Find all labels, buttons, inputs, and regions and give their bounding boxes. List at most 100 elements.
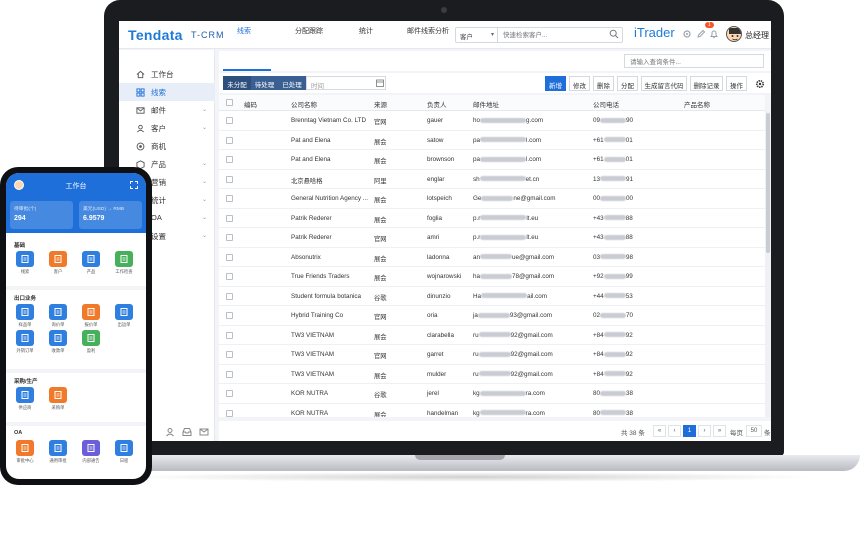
row-checkbox[interactable] xyxy=(226,409,233,417)
calendar-icon[interactable] xyxy=(376,79,384,87)
filter-processed[interactable]: 已处理 xyxy=(278,76,306,90)
table-row[interactable]: KOR NUTRA 谷歌 jerel kg ra.com 80 38 xyxy=(219,384,765,404)
cell-company[interactable]: TW3 VIETNAM xyxy=(291,371,334,378)
assign-button[interactable]: 分配 xyxy=(617,76,638,91)
gear-icon[interactable] xyxy=(755,79,765,89)
column-header-owner[interactable]: 负责人 xyxy=(427,99,447,109)
select-all-checkbox[interactable] xyxy=(226,99,233,106)
generate-message-code-button[interactable]: 生成留言代码 xyxy=(641,76,687,91)
cell-company[interactable]: Brenntag Vietnam Co. LTD xyxy=(291,117,366,124)
actions-button[interactable]: 操作 xyxy=(726,76,747,91)
app-tile-icon[interactable] xyxy=(16,251,34,267)
person-icon[interactable] xyxy=(165,427,175,437)
cell-company[interactable]: Pat and Elena xyxy=(291,156,331,163)
row-checkbox[interactable] xyxy=(226,370,233,378)
app-tile-icon[interactable] xyxy=(82,330,100,346)
table-row[interactable]: Brenntag Vietnam Co. LTD 官网 gauer ho g.com 09… xyxy=(219,111,765,131)
table-row[interactable]: KOR NUTRA 展会 handelman kg ra.com 80 38 xyxy=(219,404,765,417)
table-row[interactable]: TW3 VIETNAM 官网 garret ru 92@gmail.com +84 92 xyxy=(219,345,765,365)
edit-icon[interactable] xyxy=(696,29,706,39)
cell-company[interactable]: Patrik Rederer xyxy=(291,234,332,241)
sidebar-item-workbench[interactable]: 工作台 xyxy=(119,65,215,83)
app-tile-icon[interactable] xyxy=(115,304,133,320)
app-tile-icon[interactable] xyxy=(49,387,67,403)
cell-company[interactable]: General Nutrition Agency ... xyxy=(291,195,368,202)
tab-email-lead-analysis[interactable]: 邮件线索分析 xyxy=(407,26,449,36)
table-row[interactable]: Hybrid Training Co 官网 oria ja 93@gmail.com 02… xyxy=(219,306,765,326)
table-row[interactable]: 北京悬哈格 阿里 englar sh et.cn 13 91 xyxy=(219,170,765,189)
sidebar-item-mail[interactable]: 邮件 ⌄ xyxy=(119,101,215,119)
column-header-email[interactable]: 邮件地址 xyxy=(473,99,499,109)
column-header-phone[interactable]: 公司电话 xyxy=(593,99,619,109)
avatar[interactable] xyxy=(726,26,742,42)
cell-company[interactable]: KOR NUTRA xyxy=(291,390,328,397)
row-checkbox[interactable] xyxy=(226,234,233,241)
cell-company[interactable]: Absonutrix xyxy=(291,254,321,261)
table-row[interactable]: Pat and Elena 展会 brownson pa l.com +61 01 xyxy=(219,150,765,170)
filter-pending[interactable]: 待处理 xyxy=(251,76,278,90)
expand-icon[interactable] xyxy=(130,181,138,189)
row-checkbox[interactable] xyxy=(226,331,233,339)
table-row[interactable]: True Friends Traders 展会 wojnarowski ha 78@gm… xyxy=(219,267,765,287)
cell-company[interactable]: True Friends Traders xyxy=(291,273,350,280)
filter-unassigned[interactable]: 未分配 xyxy=(223,76,251,90)
table-row[interactable]: Patrik Rederer 官网 amri p.r lt.eu +43 88 xyxy=(219,228,765,248)
cell-company[interactable]: 北京悬哈格 xyxy=(291,176,322,185)
row-checkbox[interactable] xyxy=(226,136,233,144)
first-page-button[interactable]: « xyxy=(653,425,666,437)
table-row[interactable]: TW3 VIETNAM 展会 mulder ru 92@gmail.com +84 92 xyxy=(219,365,765,384)
search-icon[interactable] xyxy=(609,29,619,39)
app-tile-icon[interactable] xyxy=(115,440,133,456)
column-header-product[interactable]: 产品名称 xyxy=(684,99,710,109)
app-tile-icon[interactable] xyxy=(82,304,100,320)
search-input[interactable] xyxy=(500,28,608,42)
itrader-brand[interactable]: iTrader xyxy=(634,25,675,40)
app-tile-icon[interactable] xyxy=(16,440,34,456)
app-tile-icon[interactable] xyxy=(115,251,133,267)
row-checkbox[interactable] xyxy=(226,273,233,280)
tab-assign-tracking[interactable]: 分配跟踪 xyxy=(295,26,323,36)
column-header-source[interactable]: 来源 xyxy=(374,99,387,109)
table-row[interactable]: Patrik Rederer 展会 foglia p.r lt.eu +43 88 xyxy=(219,209,765,228)
app-tile-icon[interactable] xyxy=(49,330,67,346)
table-row[interactable]: TW3 VIETNAM 展会 clarabella ru 92@gmail.com +84… xyxy=(219,326,765,345)
cell-company[interactable]: Student formula botanica xyxy=(291,293,361,300)
edit-button[interactable]: 修改 xyxy=(569,76,590,91)
delete-records-button[interactable]: 删除记录 xyxy=(690,76,723,91)
column-header-company[interactable]: 公司名称 xyxy=(291,99,317,109)
app-tile-icon[interactable] xyxy=(82,440,100,456)
app-tile-icon[interactable] xyxy=(49,304,67,320)
table-row[interactable]: Absonutrix 展会 ladonna an ue@gmail.com 03 98 xyxy=(219,248,765,267)
cell-company[interactable]: Hybrid Training Co xyxy=(291,312,343,319)
page-number-current[interactable]: 1 xyxy=(683,425,696,437)
cell-company[interactable]: TW3 VIETNAM xyxy=(291,332,334,339)
row-checkbox[interactable] xyxy=(226,351,233,358)
sidebar-item-opportunities[interactable]: 商机 xyxy=(119,137,215,155)
row-checkbox[interactable] xyxy=(226,195,233,202)
bell-icon[interactable] xyxy=(709,29,719,39)
delete-button[interactable]: 删除 xyxy=(593,76,614,91)
time-filter-input[interactable]: 时间 xyxy=(306,76,386,90)
cell-company[interactable]: TW3 VIETNAM xyxy=(291,351,334,358)
row-checkbox[interactable] xyxy=(226,312,233,319)
app-tile-icon[interactable] xyxy=(16,330,34,346)
user-name[interactable]: 总经理 xyxy=(745,30,769,41)
row-checkbox[interactable] xyxy=(226,292,233,300)
app-tile-icon[interactable] xyxy=(16,387,34,403)
tab-statistics[interactable]: 统计 xyxy=(359,26,373,36)
inbox-icon[interactable] xyxy=(182,427,192,437)
settings-icon[interactable] xyxy=(682,29,692,39)
add-button[interactable]: 新增 xyxy=(545,76,566,91)
scrollbar-thumb[interactable] xyxy=(766,113,770,253)
last-page-button[interactable]: » xyxy=(713,425,726,437)
query-input[interactable] xyxy=(624,54,764,68)
row-checkbox[interactable] xyxy=(226,390,233,397)
app-logo[interactable]: Tendata xyxy=(128,27,183,43)
tab-leads[interactable]: 线索 xyxy=(237,26,251,36)
app-tile-icon[interactable] xyxy=(49,251,67,267)
cell-company[interactable]: KOR NUTRA xyxy=(291,410,328,417)
app-tile-icon[interactable] xyxy=(82,251,100,267)
cell-company[interactable]: Pat and Elena xyxy=(291,137,331,144)
message-icon[interactable] xyxy=(199,427,209,437)
row-checkbox[interactable] xyxy=(226,175,233,183)
